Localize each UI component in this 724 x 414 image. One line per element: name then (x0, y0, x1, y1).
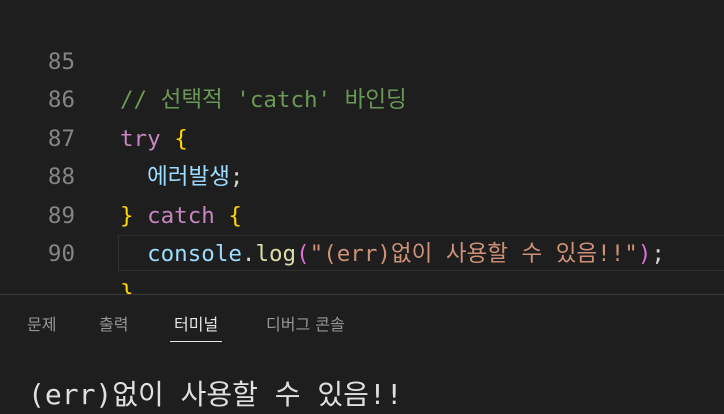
code-line[interactable]: 86 try { (0, 43, 724, 152)
tab-terminal[interactable]: 터미널 (169, 311, 223, 342)
code-line[interactable]: 90 } (0, 197, 724, 306)
code-editor[interactable]: 85 // 선택적 'catch' 바인딩 86 try { 87 에러발생; … (0, 0, 724, 344)
tab-problems[interactable]: 문제 (27, 311, 56, 335)
code-line[interactable]: 87 에러발생; (0, 81, 724, 191)
bottom-panel: 문제 출력 터미널 디버그 콘솔 (err)없이 사용할 수 있음!! (0, 294, 724, 414)
code-line[interactable]: 89 console.log("(err)없이 사용할 수 있음!!"); (0, 158, 724, 268)
panel-tabs: 문제 출력 터미널 디버그 콘솔 (0, 295, 724, 347)
current-code-line[interactable]: 91 (0, 235, 724, 344)
tab-debug-console[interactable]: 디버그 콘솔 (266, 311, 345, 335)
code-line[interactable]: 88 } catch { (0, 120, 724, 229)
terminal-output[interactable]: (err)없이 사용할 수 있음!! (28, 373, 403, 413)
current-line-highlight (118, 235, 724, 271)
tab-output[interactable]: 출력 (99, 311, 128, 335)
code-line[interactable]: 85 // 선택적 'catch' 바인딩 (0, 4, 724, 114)
